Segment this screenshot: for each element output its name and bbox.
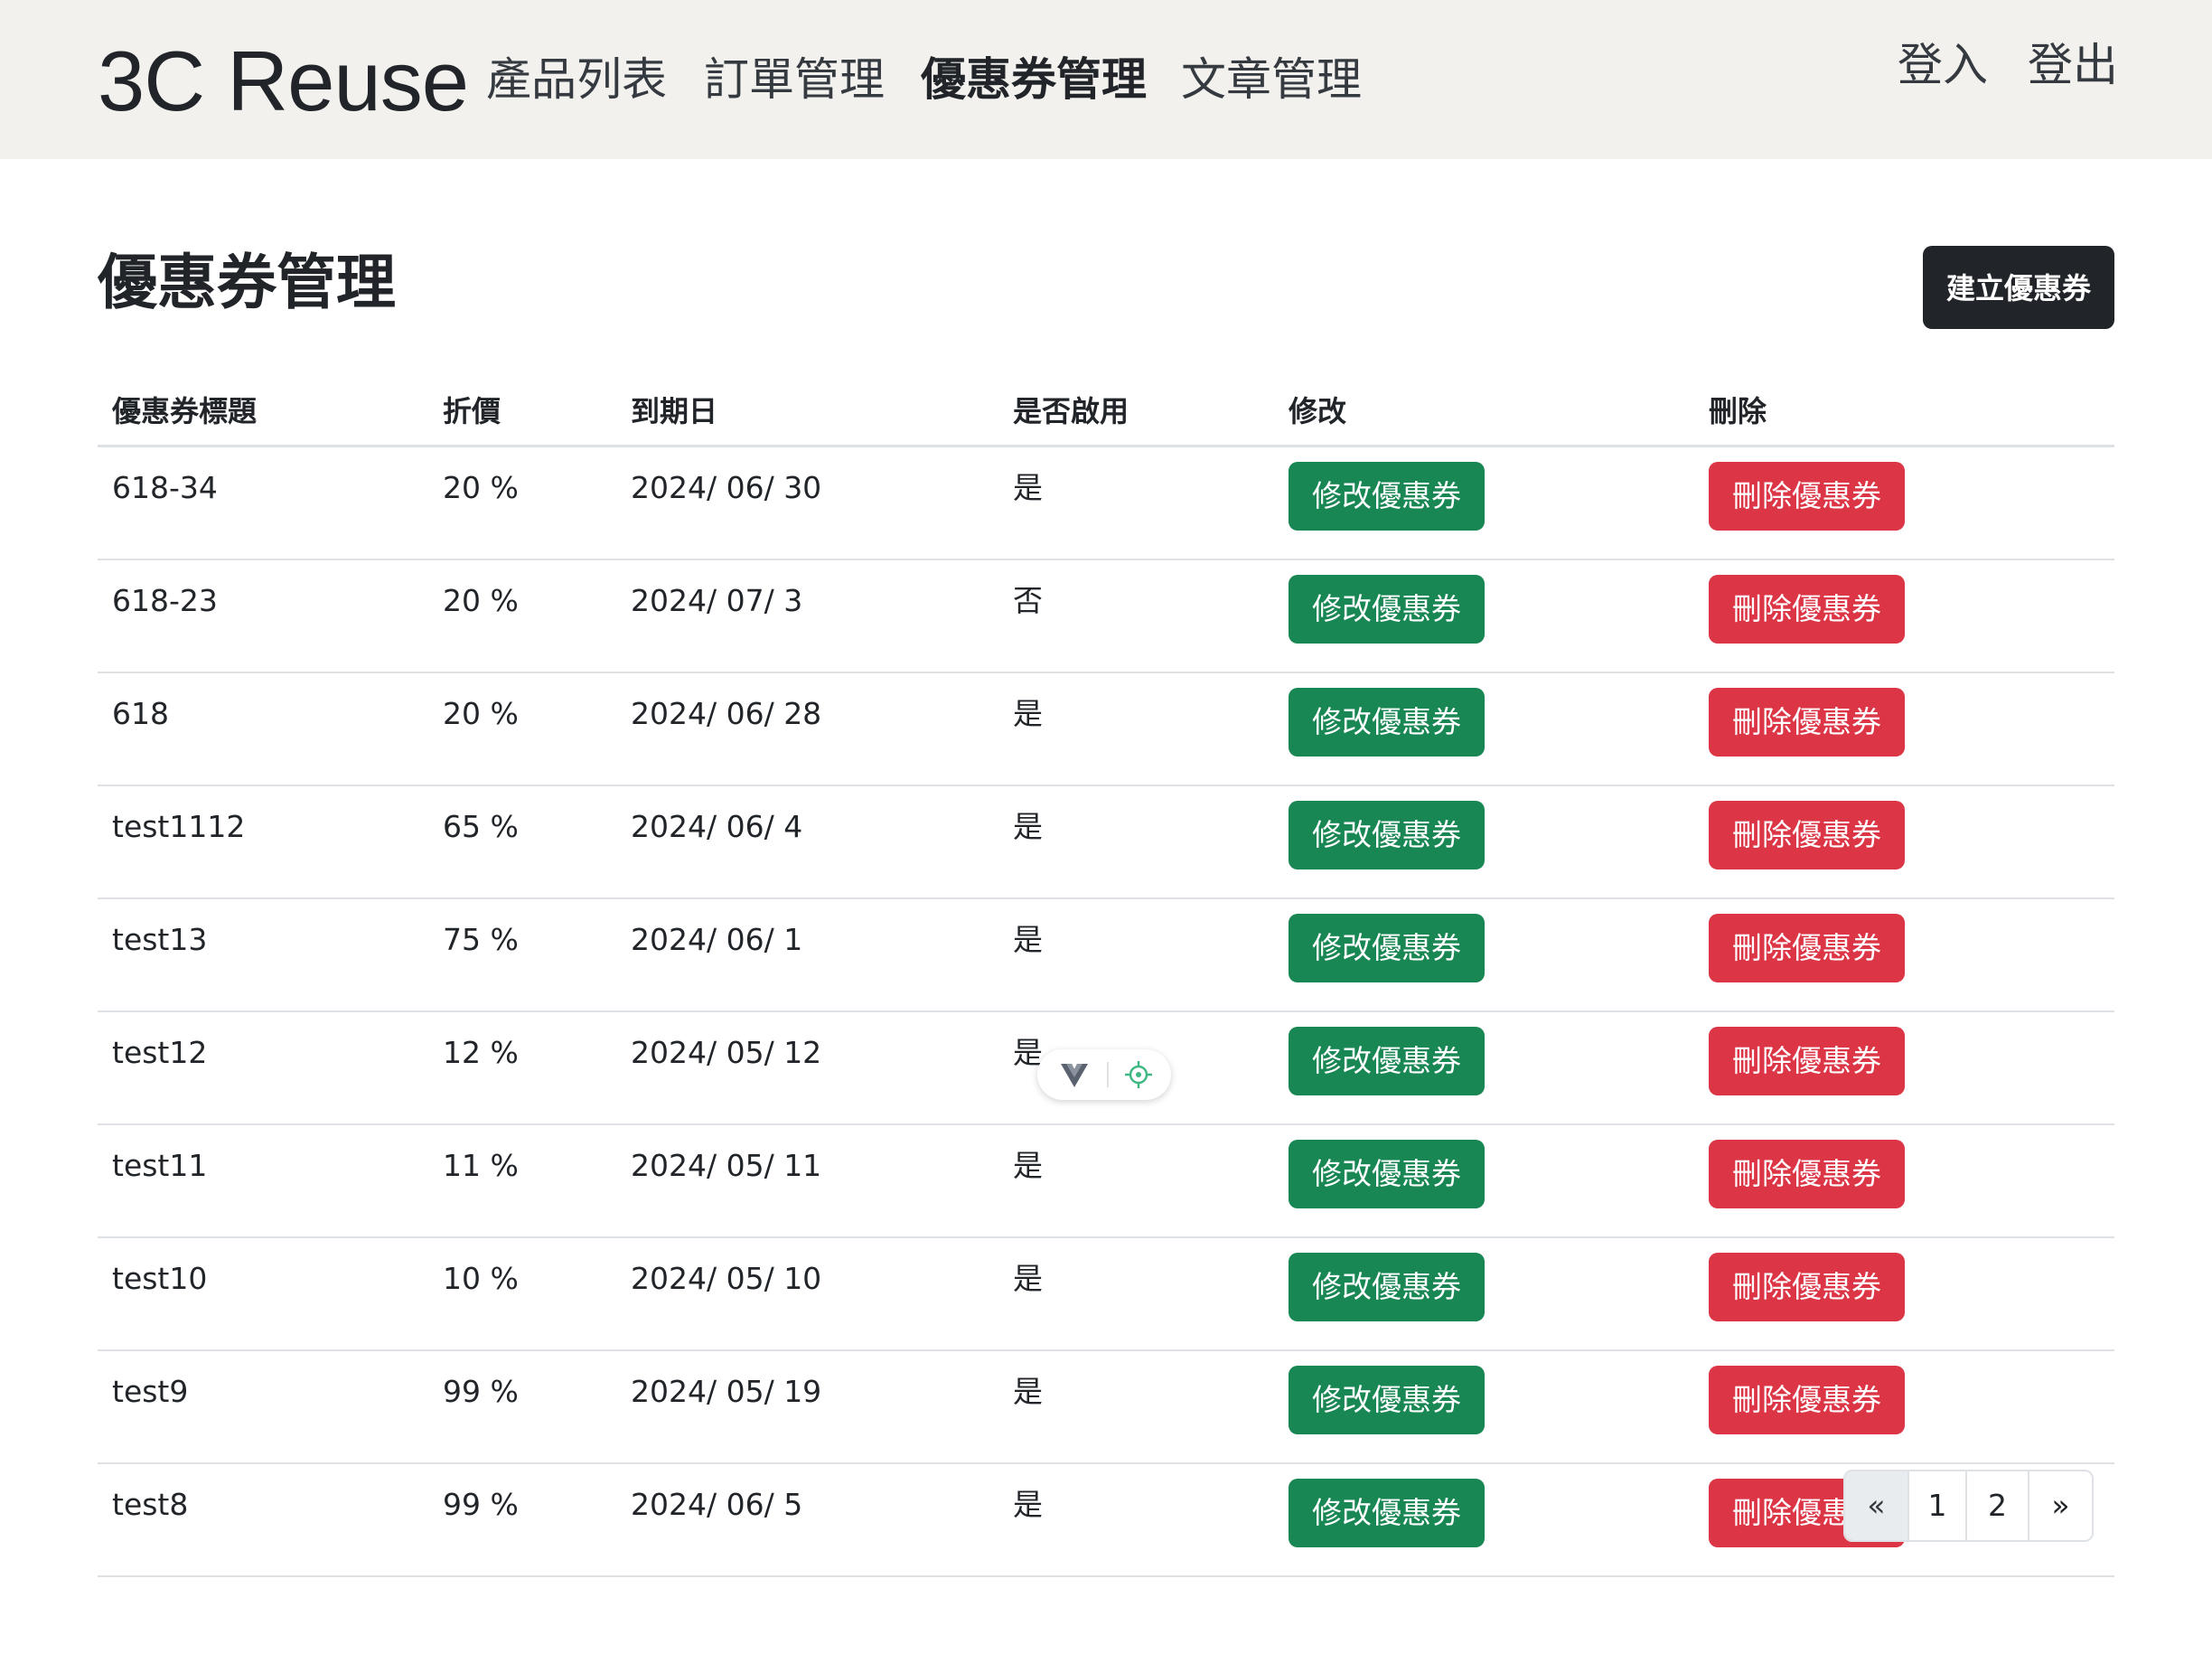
coupon-enabled: 是	[1013, 1261, 1043, 1296]
brand-logo[interactable]: 3C Reuse	[98, 27, 469, 136]
page-title: 優惠券管理	[98, 248, 396, 317]
nav-link-orders[interactable]: 訂單管理	[704, 47, 885, 112]
vue-logo-icon[interactable]	[1061, 1064, 1088, 1091]
edit-coupon-button[interactable]: 修改優惠券	[1289, 1366, 1485, 1434]
coupon-discount: 99 %	[443, 1374, 519, 1409]
delete-coupon-button[interactable]: 刪除優惠券	[1709, 688, 1905, 757]
edit-coupon-button[interactable]: 修改優惠券	[1289, 575, 1485, 644]
delete-coupon-button[interactable]: 刪除優惠券	[1709, 1366, 1905, 1434]
header-discount: 折價	[428, 374, 616, 447]
coupon-enabled: 否	[1013, 583, 1043, 618]
coupon-due-date: 2024/ 05/ 10	[631, 1261, 822, 1296]
header-enabled: 是否啟用	[998, 374, 1274, 447]
table-row: test13 75 % 2024/ 06/ 1 是 修改優惠券 刪除優惠券	[98, 898, 2114, 1012]
edit-coupon-button[interactable]: 修改優惠券	[1289, 462, 1485, 531]
coupon-enabled: 是	[1013, 809, 1043, 844]
coupon-due-date: 2024/ 05/ 19	[631, 1374, 822, 1409]
coupon-title: test10	[112, 1261, 208, 1296]
coupon-enabled: 是	[1013, 1374, 1043, 1409]
coupon-enabled: 是	[1013, 1148, 1043, 1183]
edit-coupon-button[interactable]: 修改優惠券	[1289, 801, 1485, 869]
header-coupon-title: 優惠券標題	[98, 374, 428, 447]
table-row: 618-34 20 % 2024/ 06/ 30 是 修改優惠券 刪除優惠券	[98, 446, 2114, 560]
table-row: 618-23 20 % 2024/ 07/ 3 否 修改優惠券 刪除優惠券	[98, 559, 2114, 673]
coupon-title: test11	[112, 1148, 208, 1183]
coupon-discount: 12 %	[443, 1035, 519, 1070]
coupon-due-date: 2024/ 06/ 4	[631, 809, 803, 844]
coupon-title: test1112	[112, 809, 246, 844]
table-row: test11 11 % 2024/ 05/ 11 是 修改優惠券 刪除優惠券	[98, 1124, 2114, 1238]
widget-divider	[1107, 1062, 1109, 1087]
edit-coupon-button[interactable]: 修改優惠券	[1289, 1253, 1485, 1321]
logout-link[interactable]: 登出	[2028, 33, 2118, 98]
coupon-discount: 65 %	[443, 809, 519, 844]
vue-devtools-widget[interactable]	[1037, 1049, 1171, 1100]
coupon-table: 優惠券標題 折價 到期日 是否啟用 修改 刪除 618-34 20 % 2024…	[98, 374, 2114, 1577]
nav-link-products[interactable]: 產品列表	[486, 47, 667, 112]
delete-coupon-button[interactable]: 刪除優惠券	[1709, 1253, 1905, 1321]
coupon-discount: 20 %	[443, 583, 519, 618]
delete-coupon-button[interactable]: 刪除優惠券	[1709, 801, 1905, 869]
coupon-title: test13	[112, 922, 208, 957]
table-row: test1112 65 % 2024/ 06/ 4 是 修改優惠券 刪除優惠券	[98, 785, 2114, 899]
table-row: test8 99 % 2024/ 06/ 5 是 修改優惠券 刪除優惠券	[98, 1463, 2114, 1577]
table-header-row: 優惠券標題 折價 到期日 是否啟用 修改 刪除	[98, 374, 2114, 447]
coupon-due-date: 2024/ 06/ 30	[631, 470, 822, 505]
header-edit: 修改	[1274, 374, 1694, 447]
login-link[interactable]: 登入	[1898, 33, 1988, 98]
pagination-page-1[interactable]: 1	[1907, 1471, 1965, 1540]
coupon-title: test9	[112, 1374, 189, 1409]
create-coupon-button[interactable]: 建立優惠券	[1923, 246, 2114, 329]
coupon-discount: 11 %	[443, 1148, 519, 1183]
crosshair-target-icon[interactable]	[1124, 1060, 1153, 1093]
coupon-due-date: 2024/ 06/ 1	[631, 922, 803, 957]
table-row: test10 10 % 2024/ 05/ 10 是 修改優惠券 刪除優惠券	[98, 1237, 2114, 1351]
coupon-due-date: 2024/ 06/ 5	[631, 1487, 803, 1522]
navbar: 3C Reuse 產品列表 訂單管理 優惠券管理 文章管理 登入 登出	[0, 0, 2212, 159]
edit-coupon-button[interactable]: 修改優惠券	[1289, 688, 1485, 757]
edit-coupon-button[interactable]: 修改優惠券	[1289, 914, 1485, 982]
delete-coupon-button[interactable]: 刪除優惠券	[1709, 1027, 1905, 1095]
coupon-discount: 99 %	[443, 1487, 519, 1522]
coupon-enabled: 是	[1013, 696, 1043, 731]
coupon-discount: 20 %	[443, 470, 519, 505]
pagination-next[interactable]: »	[2028, 1471, 2092, 1540]
coupon-enabled: 是	[1013, 1487, 1043, 1522]
coupon-enabled: 是	[1013, 922, 1043, 957]
coupon-title: 618-23	[112, 583, 218, 618]
edit-coupon-button[interactable]: 修改優惠券	[1289, 1479, 1485, 1547]
coupon-title: test8	[112, 1487, 189, 1522]
coupon-due-date: 2024/ 05/ 11	[631, 1148, 822, 1183]
pagination-prev[interactable]: «	[1845, 1471, 1907, 1540]
coupon-due-date: 2024/ 05/ 12	[631, 1035, 822, 1070]
coupon-discount: 10 %	[443, 1261, 519, 1296]
coupon-due-date: 2024/ 07/ 3	[631, 583, 803, 618]
coupon-discount: 75 %	[443, 922, 519, 957]
edit-coupon-button[interactable]: 修改優惠券	[1289, 1027, 1485, 1095]
table-row: 618 20 % 2024/ 06/ 28 是 修改優惠券 刪除優惠券	[98, 672, 2114, 786]
coupon-discount: 20 %	[443, 696, 519, 731]
coupon-due-date: 2024/ 06/ 28	[631, 696, 822, 731]
delete-coupon-button[interactable]: 刪除優惠券	[1709, 575, 1905, 644]
nav-link-articles[interactable]: 文章管理	[1181, 47, 1362, 112]
edit-coupon-button[interactable]: 修改優惠券	[1289, 1140, 1485, 1208]
pagination-page-2[interactable]: 2	[1965, 1471, 2028, 1540]
pagination: « 1 2 »	[1843, 1470, 2094, 1542]
delete-coupon-button[interactable]: 刪除優惠券	[1709, 462, 1905, 531]
delete-coupon-button[interactable]: 刪除優惠券	[1709, 1140, 1905, 1208]
coupon-enabled: 是	[1013, 470, 1043, 505]
header-due-date: 到期日	[616, 374, 998, 447]
coupon-title: 618-34	[112, 470, 218, 505]
coupon-title: 618	[112, 696, 169, 731]
delete-coupon-button[interactable]: 刪除優惠券	[1709, 914, 1905, 982]
table-row: test9 99 % 2024/ 05/ 19 是 修改優惠券 刪除優惠券	[98, 1350, 2114, 1464]
coupon-title: test12	[112, 1035, 208, 1070]
nav-link-coupons[interactable]: 優惠券管理	[921, 47, 1147, 112]
header-delete: 刪除	[1694, 374, 2114, 447]
